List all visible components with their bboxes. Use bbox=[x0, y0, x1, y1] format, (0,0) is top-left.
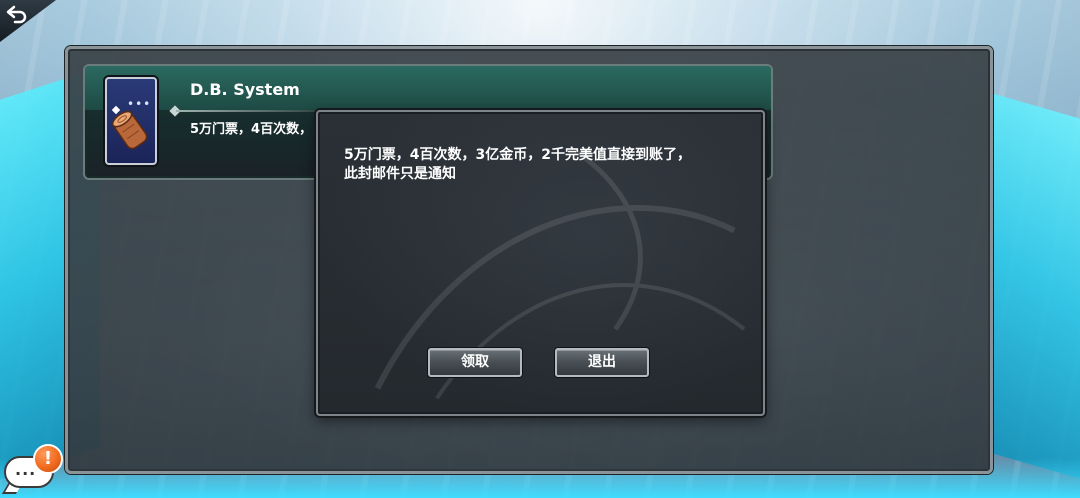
mail-item-header bbox=[85, 66, 771, 110]
wood-log-gift-icon bbox=[111, 105, 148, 150]
background-crystal-right bbox=[990, 92, 1080, 488]
game-screen: ••• D.B. System 5万门票，4百次数， 5万门票，4百次数，3亿金… bbox=[0, 0, 1080, 498]
exit-button[interactable]: 退出 bbox=[555, 348, 649, 377]
mail-divider bbox=[176, 110, 316, 112]
mail-preview-text: 5万门票，4百次数， bbox=[190, 122, 313, 137]
dialog-message: 5万门票，4百次数，3亿金币，2千完美值直接到账了， 此封邮件只是通知 bbox=[344, 146, 744, 184]
exclamation-icon[interactable]: ! bbox=[33, 444, 63, 474]
dialog-message-line-2: 此封邮件只是通知 bbox=[344, 166, 456, 182]
dialog-message-line-1: 5万门票，4百次数，3亿金币，2千完美值直接到账了， bbox=[344, 147, 691, 163]
back-arrow-icon bbox=[6, 5, 27, 24]
claim-button[interactable]: 领取 bbox=[428, 348, 522, 377]
mail-sender-name: D.B. System bbox=[190, 80, 300, 99]
mail-detail-dialog: 5万门票，4百次数，3亿金币，2千完美值直接到账了， 此封邮件只是通知 领取 退… bbox=[316, 110, 765, 416]
mail-attachment-frame: ••• bbox=[105, 77, 157, 165]
